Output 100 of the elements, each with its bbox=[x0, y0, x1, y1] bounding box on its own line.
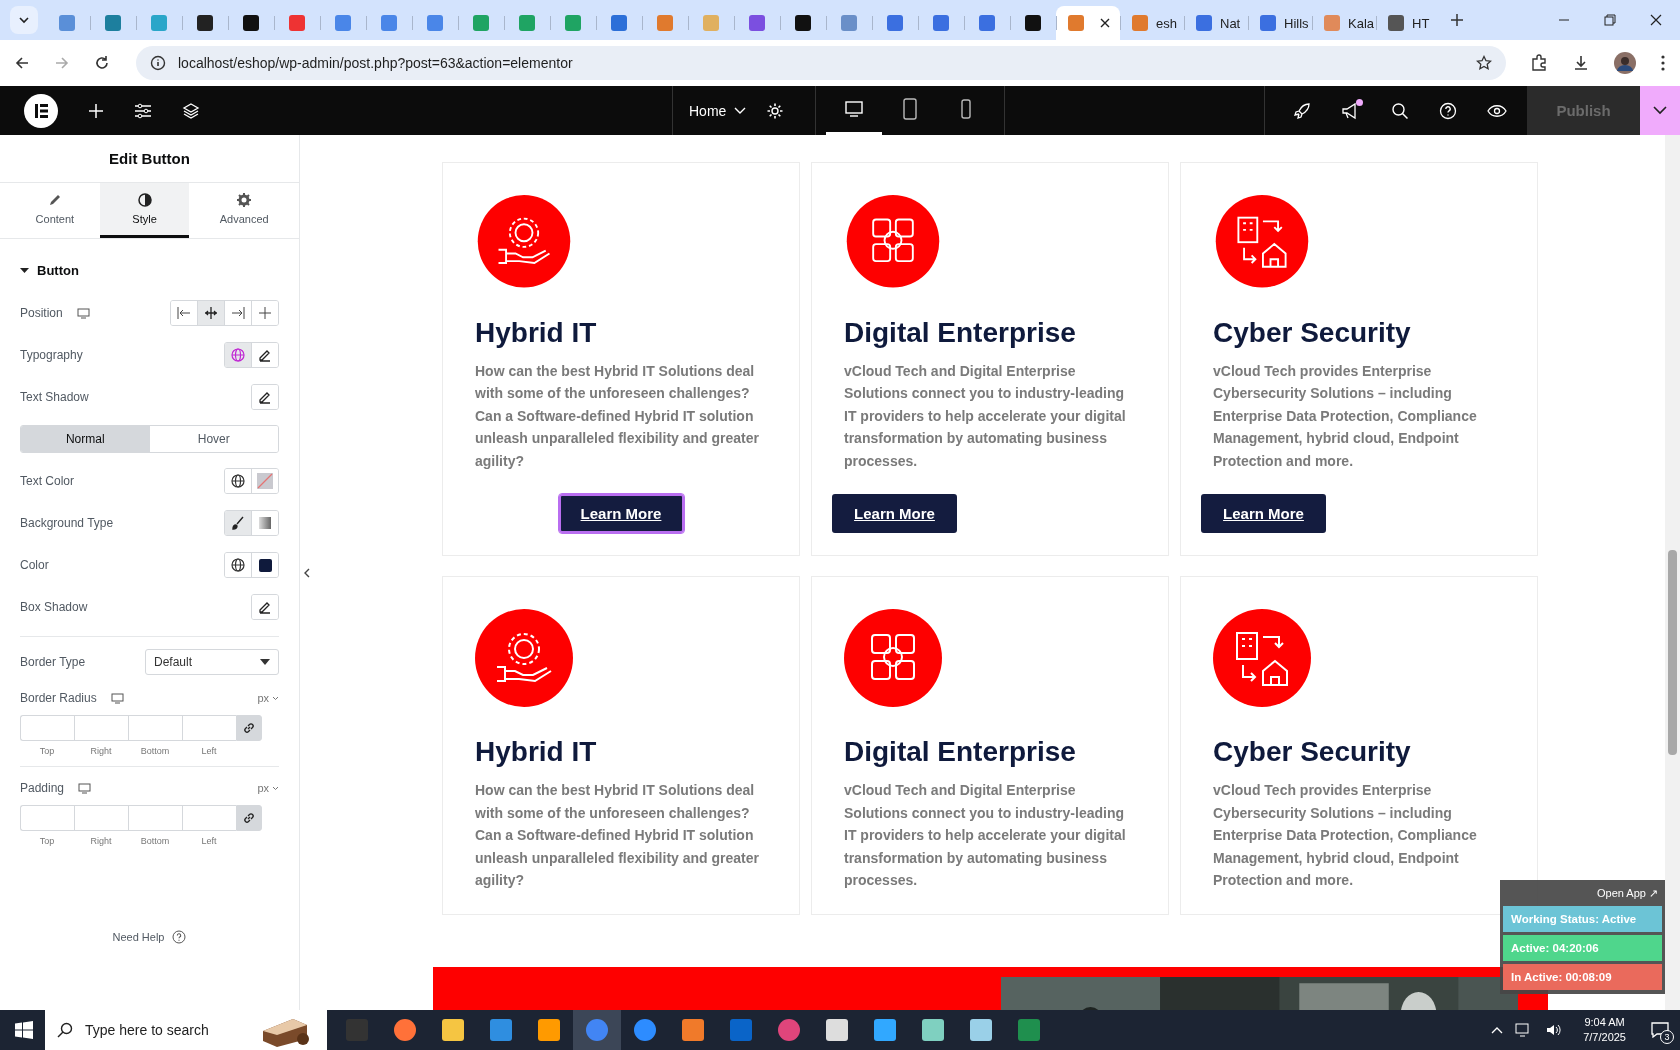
color-swatch[interactable] bbox=[251, 469, 278, 493]
browser-tab[interactable]: HT bbox=[1376, 6, 1440, 40]
align-button[interactable] bbox=[197, 301, 224, 325]
close-icon[interactable] bbox=[1650, 14, 1662, 26]
favicon-icon bbox=[1260, 15, 1276, 31]
edit-button[interactable] bbox=[251, 343, 278, 367]
info-icon[interactable] bbox=[150, 55, 166, 71]
desktop-icon[interactable] bbox=[76, 307, 90, 319]
chevron-up-icon[interactable] bbox=[1491, 1026, 1504, 1034]
menu-icon[interactable] bbox=[1660, 54, 1666, 72]
app-glyph bbox=[778, 1019, 800, 1041]
app-glyph bbox=[1018, 1019, 1040, 1041]
dimension-input[interactable] bbox=[74, 805, 128, 831]
address-field[interactable]: localhost/eshop/wp-admin/post.php?post=63&action=elementor bbox=[136, 46, 1506, 80]
add-icon[interactable] bbox=[88, 102, 104, 119]
card-text: vCloud Tech provides Enterprise Cybersecurity Solutions – including Enterprise Data Protection, Compliance Management, hybrid cloud, Endpoint Protection and more. bbox=[1213, 781, 1478, 890]
link-icon bbox=[243, 722, 255, 734]
card-title: Digital Enterprise bbox=[844, 315, 1077, 350]
browser-tab[interactable]: Nat bbox=[1184, 6, 1248, 40]
rocket-icon[interactable] bbox=[1293, 101, 1311, 120]
app-glyph bbox=[730, 1019, 752, 1041]
card-title: Digital Enterprise bbox=[844, 735, 1077, 769]
unit-dropdown[interactable]: px bbox=[257, 782, 279, 794]
star-icon[interactable] bbox=[1476, 55, 1492, 71]
notification-button[interactable]: 3 bbox=[1640, 1010, 1680, 1050]
dimension-input[interactable] bbox=[20, 715, 74, 741]
chevron-down-icon bbox=[734, 106, 747, 115]
side-label: Left bbox=[201, 836, 217, 846]
status-bar: In Active: 00:08:09 bbox=[1503, 964, 1662, 990]
edit-button[interactable] bbox=[252, 385, 278, 409]
classic-button[interactable] bbox=[225, 511, 251, 535]
side-label: Bottom bbox=[140, 836, 170, 846]
browser-tab[interactable]: Hills bbox=[1248, 6, 1312, 40]
app-glyph bbox=[586, 1019, 608, 1041]
close-icon[interactable] bbox=[1100, 18, 1110, 28]
browser-tab[interactable]: Kala bbox=[1312, 6, 1376, 40]
dimension-input[interactable] bbox=[182, 715, 236, 741]
color-swatch[interactable] bbox=[251, 553, 278, 577]
favicon-icon bbox=[1388, 15, 1404, 31]
learn-more-button[interactable]: Learn More bbox=[1201, 494, 1326, 533]
dimension-input[interactable] bbox=[128, 805, 182, 831]
page-dropdown[interactable]: Home bbox=[689, 102, 747, 119]
reload-icon[interactable] bbox=[94, 55, 110, 71]
edit-button[interactable] bbox=[252, 595, 278, 619]
dimension-input[interactable] bbox=[74, 715, 128, 741]
windows-start-icon[interactable] bbox=[15, 1021, 33, 1039]
link-values-button[interactable] bbox=[236, 805, 262, 831]
puzzle-icon[interactable] bbox=[1530, 54, 1548, 72]
side-label: Right bbox=[90, 746, 112, 756]
card-title: Cyber Security bbox=[1213, 735, 1412, 769]
caret-icon bbox=[20, 266, 29, 275]
tablet-icon bbox=[902, 98, 918, 120]
gradient-button[interactable] bbox=[251, 511, 278, 535]
app-glyph bbox=[970, 1019, 992, 1041]
avatar-icon[interactable] bbox=[1614, 52, 1636, 74]
restore-icon[interactable] bbox=[1604, 14, 1616, 26]
volume-icon[interactable] bbox=[1545, 1023, 1564, 1037]
card-text: vCloud Tech and Digital Enterprise Solutions connect you to industry-leading IT providers to help accelerate your digital transformation by automating business processes. bbox=[844, 781, 1127, 890]
back-icon[interactable] bbox=[14, 55, 30, 71]
scrollbar[interactable] bbox=[1665, 135, 1680, 1010]
chat-icon bbox=[1651, 1022, 1669, 1038]
side-label: Bottom bbox=[140, 746, 170, 756]
unit-dropdown[interactable]: px bbox=[257, 692, 279, 704]
preview-eye-icon[interactable] bbox=[1487, 103, 1507, 118]
elementor-logo-icon[interactable] bbox=[24, 93, 58, 128]
state-tab[interactable]: Normal bbox=[21, 426, 150, 452]
panel-tab[interactable]: Content bbox=[10, 183, 100, 238]
pencil-icon bbox=[47, 193, 62, 207]
taskbar-search-field[interactable]: Type here to search bbox=[45, 1010, 327, 1050]
tab-search-button[interactable] bbox=[10, 6, 38, 34]
layers-icon[interactable] bbox=[182, 101, 200, 120]
favicon-icon bbox=[657, 15, 673, 31]
favicon-icon bbox=[1068, 15, 1084, 31]
new-tab-icon[interactable] bbox=[1450, 13, 1464, 27]
link-values-button[interactable] bbox=[236, 715, 262, 741]
pencil-icon bbox=[258, 348, 272, 362]
browser-tab[interactable]: esh bbox=[1120, 6, 1184, 40]
sliders-icon[interactable] bbox=[134, 102, 152, 119]
section-header[interactable]: Button bbox=[0, 239, 299, 292]
card-text: How can the best Hybrid IT Solutions deal with some of the unforeseen challenges? Can a Software-defined Hybrid IT solution unleash unparalleled flexibility and greater agility? bbox=[475, 361, 760, 471]
search-input[interactable]: Type here to search bbox=[83, 1021, 247, 1039]
open-app-link[interactable]: Open App ↗ bbox=[1593, 884, 1662, 903]
card-text: vCloud Tech provides Enterprise Cybersecurity Solutions – including Enterprise Data Protection, Compliance Management, hybrid cloud, Endpoint Protection and more. bbox=[1213, 361, 1478, 471]
chevron-down-icon bbox=[18, 14, 30, 26]
learn-more-button[interactable]: Learn More bbox=[558, 494, 684, 533]
dimension-input[interactable] bbox=[182, 805, 236, 831]
settings-icon[interactable] bbox=[766, 101, 785, 120]
download-icon[interactable] bbox=[1572, 54, 1590, 72]
learn-more-button[interactable]: Learn More bbox=[832, 494, 957, 533]
desktop-icon[interactable] bbox=[110, 692, 124, 704]
control-label: Border Type bbox=[20, 655, 86, 669]
search-icon[interactable] bbox=[1391, 101, 1409, 120]
panel-tab[interactable]: Advanced bbox=[189, 183, 299, 238]
border-type-select[interactable]: Default bbox=[145, 649, 279, 675]
desktop-icon[interactable] bbox=[78, 782, 92, 794]
clock-date: 7/7/2025 bbox=[1583, 1030, 1626, 1045]
dimension-input[interactable] bbox=[128, 715, 182, 741]
dimension-input[interactable] bbox=[20, 805, 74, 831]
need-help-link[interactable]: Need Help bbox=[112, 931, 165, 943]
panel-tab[interactable]: Style bbox=[99, 183, 190, 238]
